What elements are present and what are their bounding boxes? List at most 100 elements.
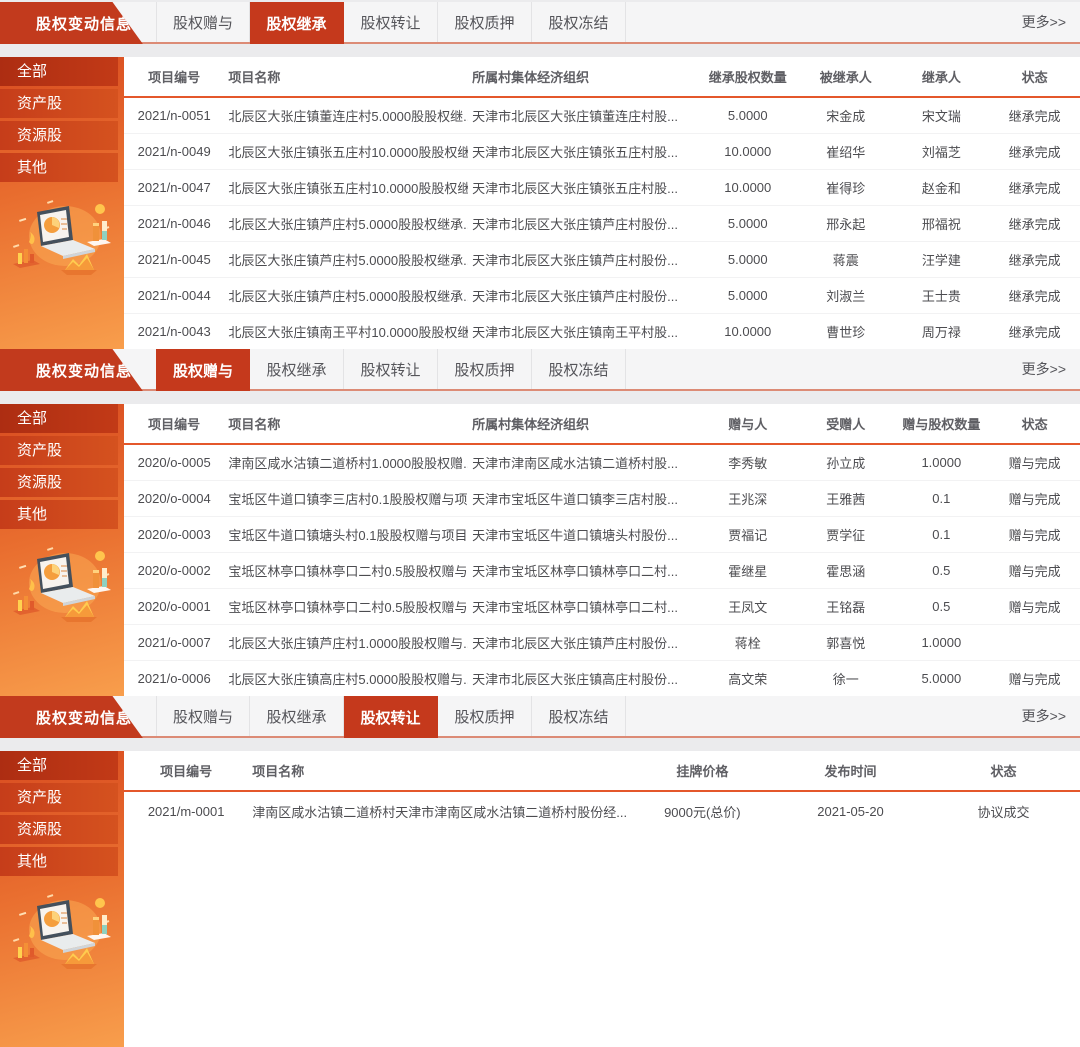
table-header-row: 项目编号项目名称所属村集体经济组织继承股权数量被继承人继承人状态	[124, 57, 1080, 97]
column-header: 继承股权数量	[698, 57, 798, 97]
sidebar-item-all[interactable]: 全部	[0, 404, 118, 433]
column-header: 所属村集体经济组织	[468, 57, 697, 97]
sidebar-item-resource-shares[interactable]: 资源股	[0, 121, 118, 150]
table-cell: 高文荣	[698, 660, 798, 696]
tab-equity-transfer[interactable]: 股权转让	[344, 2, 438, 42]
table-cell: 2021/n-0043	[124, 313, 224, 349]
tab-equity-transfer[interactable]: 股权转让	[344, 696, 438, 738]
table-cell: 1.0000	[894, 444, 990, 480]
table-cell: 9000元(总价)	[631, 791, 774, 831]
tab-equity-inheritance[interactable]: 股权继承	[250, 349, 344, 389]
column-header: 项目编号	[124, 404, 224, 444]
table-header-row: 项目编号项目名称所属村集体经济组织赠与人受赠人赠与股权数量状态	[124, 404, 1080, 444]
table-cell: 霍继星	[698, 552, 798, 588]
sidebar-item-resource-shares[interactable]: 资源股	[0, 468, 118, 497]
table-cell: 津南区咸水沽镇二道桥村1.0000股股权赠...	[224, 444, 468, 480]
more-link[interactable]: 更多>>	[1022, 359, 1080, 379]
more-link[interactable]: 更多>>	[1022, 706, 1080, 726]
table-cell: 孙立成	[798, 444, 894, 480]
laptop-finance-charts-illustration-icon	[7, 198, 117, 280]
tab-equity-pledge[interactable]: 股权质押	[438, 349, 532, 389]
column-header: 项目编号	[124, 57, 224, 97]
table-row[interactable]: 2021/o-0007北辰区大张庄镇芦庄村1.0000股股权赠与...天津市北辰…	[124, 624, 1080, 660]
tab-equity-gift[interactable]: 股权赠与	[156, 696, 250, 736]
table-cell: 蒋栓	[698, 624, 798, 660]
table-cell: 王兆深	[698, 480, 798, 516]
column-header: 项目名称	[248, 751, 630, 791]
tab-equity-transfer[interactable]: 股权转让	[344, 349, 438, 389]
table-row[interactable]: 2021/n-0049北辰区大张庄镇张五庄村10.0000股股权继...天津市北…	[124, 133, 1080, 169]
table-cell: 邢福祝	[894, 205, 990, 241]
table-row[interactable]: 2020/o-0004宝坻区牛道口镇李三店村0.1股股权赠与项目天津市宝坻区牛道…	[124, 480, 1080, 516]
table-cell: 继承完成	[989, 277, 1080, 313]
table-cell: 继承完成	[989, 169, 1080, 205]
tab-equity-pledge[interactable]: 股权质押	[438, 696, 532, 736]
table-row[interactable]: 2020/o-0003宝坻区牛道口镇塘头村0.1股股权赠与项目天津市宝坻区牛道口…	[124, 516, 1080, 552]
table-row[interactable]: 2021/n-0051北辰区大张庄镇董连庄村5.0000股股权继...天津市北辰…	[124, 97, 1080, 133]
column-header: 赠与人	[698, 404, 798, 444]
table-cell: 宝坻区林亭口镇林亭口二村0.5股股权赠与...	[224, 588, 468, 624]
table-cell: 2020/o-0005	[124, 444, 224, 480]
sidebar-item-other[interactable]: 其他	[0, 500, 118, 529]
table-cell: 2021/n-0045	[124, 241, 224, 277]
table-cell: 天津市宝坻区林亭口镇林亭口二村...	[468, 552, 697, 588]
sidebar-item-asset-shares[interactable]: 资产股	[0, 89, 118, 118]
table-cell: 天津市宝坻区牛道口镇李三店村股...	[468, 480, 697, 516]
table-row[interactable]: 2021/n-0043北辰区大张庄镇南王平村10.0000股股权继...天津市北…	[124, 313, 1080, 349]
tab-equity-gift[interactable]: 股权赠与	[156, 2, 250, 42]
table-row[interactable]: 2021/n-0046北辰区大张庄镇芦庄村5.0000股股权继承...天津市北辰…	[124, 205, 1080, 241]
table-cell: 赠与完成	[989, 588, 1080, 624]
table-row[interactable]: 2020/o-0002宝坻区林亭口镇林亭口二村0.5股股权赠与...天津市宝坻区…	[124, 552, 1080, 588]
table-row[interactable]: 2021/n-0047北辰区大张庄镇张五庄村10.0000股股权继...天津市北…	[124, 169, 1080, 205]
panel-body: 全部资产股资源股其他	[0, 57, 1080, 349]
tab-equity-freeze[interactable]: 股权冻结	[532, 349, 626, 389]
more-link[interactable]: 更多>>	[1022, 12, 1080, 32]
table-row[interactable]: 2021/o-0006北辰区大张庄镇高庄村5.0000股股权赠与...天津市北辰…	[124, 660, 1080, 696]
table-row[interactable]: 2021/n-0044北辰区大张庄镇芦庄村5.0000股股权继承...天津市北辰…	[124, 277, 1080, 313]
table-cell: 崔绍华	[798, 133, 894, 169]
tab-equity-pledge[interactable]: 股权质押	[438, 2, 532, 42]
sidebar-item-other[interactable]: 其他	[0, 153, 118, 182]
table-cell: 1.0000	[894, 624, 990, 660]
tab-equity-gift[interactable]: 股权赠与	[156, 349, 250, 391]
tab-equity-freeze[interactable]: 股权冻结	[532, 696, 626, 736]
sidebar-item-all[interactable]: 全部	[0, 57, 118, 86]
sidebar-item-asset-shares[interactable]: 资产股	[0, 436, 118, 465]
table-cell: 赵金和	[894, 169, 990, 205]
column-header: 继承人	[894, 57, 990, 97]
laptop-finance-charts-illustration-icon	[7, 892, 117, 974]
table-row[interactable]: 2021/m-0001津南区咸水沽镇二道桥村天津市津南区咸水沽镇二道桥村股份经.…	[124, 791, 1080, 831]
table-cell: 赠与完成	[989, 660, 1080, 696]
tab-equity-freeze[interactable]: 股权冻结	[532, 2, 626, 42]
tab-equity-inheritance[interactable]: 股权继承	[250, 2, 344, 44]
panel-title: 股权变动信息	[0, 707, 132, 728]
table-row[interactable]: 2020/o-0001宝坻区林亭口镇林亭口二村0.5股股权赠与...天津市宝坻区…	[124, 588, 1080, 624]
table-cell: 郭喜悦	[798, 624, 894, 660]
tab-equity-inheritance[interactable]: 股权继承	[250, 696, 344, 736]
table-cell: 刘淑兰	[798, 277, 894, 313]
panel-inheritance: 股权变动信息 股权赠与股权继承股权转让股权质押股权冻结 更多>> 全部资产股资源…	[0, 2, 1080, 349]
table-cell: 刘福芝	[894, 133, 990, 169]
sidebar-item-other[interactable]: 其他	[0, 847, 118, 876]
table-cell: 天津市津南区咸水沽镇二道桥村股...	[468, 444, 697, 480]
table-cell: 协议成交	[927, 791, 1080, 831]
table-cell: 霍思涵	[798, 552, 894, 588]
table-cell: 赠与完成	[989, 444, 1080, 480]
category-sidebar: 全部资产股资源股其他	[0, 751, 124, 1047]
table-cell: 2020/o-0004	[124, 480, 224, 516]
sidebar-item-resource-shares[interactable]: 资源股	[0, 815, 118, 844]
table-cell: 周万禄	[894, 313, 990, 349]
panel-title: 股权变动信息	[0, 360, 132, 381]
table-row[interactable]: 2021/n-0045北辰区大张庄镇芦庄村5.0000股股权继承...天津市北辰…	[124, 241, 1080, 277]
table-cell: 蒋震	[798, 241, 894, 277]
column-header: 挂牌价格	[631, 751, 774, 791]
sidebar-item-all[interactable]: 全部	[0, 751, 118, 780]
table-row[interactable]: 2020/o-0005津南区咸水沽镇二道桥村1.0000股股权赠...天津市津南…	[124, 444, 1080, 480]
panel-ribbon: 股权变动信息	[0, 349, 152, 391]
table-cell: 继承完成	[989, 205, 1080, 241]
sidebar-item-asset-shares[interactable]: 资产股	[0, 783, 118, 812]
column-header: 所属村集体经济组织	[468, 404, 697, 444]
table-cell: 北辰区大张庄镇高庄村5.0000股股权赠与...	[224, 660, 468, 696]
table-cell: 北辰区大张庄镇张五庄村10.0000股股权继...	[224, 169, 468, 205]
table-cell: 0.5	[894, 588, 990, 624]
